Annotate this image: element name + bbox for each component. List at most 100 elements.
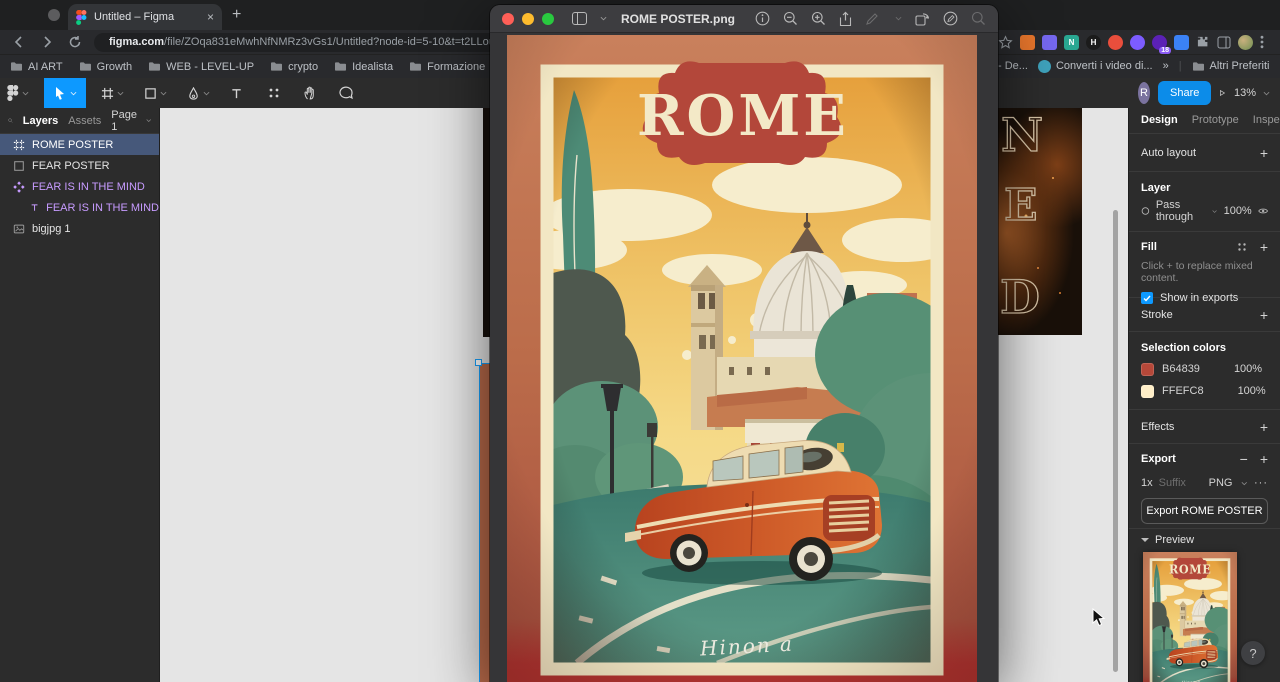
extension-icon-teal-n[interactable]: N [1064,34,1079,50]
bookmark-item[interactable]: Idealista [334,61,393,73]
extension-icon-h[interactable]: H [1086,34,1101,50]
selection-color-row[interactable]: B64839 100% [1141,358,1268,380]
remove-export-button[interactable]: − [1240,451,1248,467]
resources-tool[interactable] [260,78,288,108]
add-effect-button[interactable]: + [1260,419,1268,435]
user-avatar[interactable]: R [1138,82,1151,104]
sidebar-toggle-icon[interactable] [572,12,589,25]
figma-main-menu[interactable] [0,78,36,108]
page-selector[interactable]: Page 1 [111,109,151,133]
fear-poster-canvas-object[interactable]: N E D [998,108,1082,335]
bookmark-item[interactable]: Formazione [409,61,485,73]
url-bar[interactable]: figma.com/file/ZOqa831eMwhNfNMRz3vGs1/Un… [94,32,514,52]
extension-icon-orange[interactable] [1020,34,1035,50]
present-icon[interactable] [1219,87,1226,99]
zoom-in-icon[interactable] [811,11,826,26]
visibility-eye-icon[interactable] [1257,206,1268,216]
forward-icon[interactable] [40,35,54,49]
export-format[interactable]: PNG [1209,477,1233,489]
bookmark-item-converti[interactable]: Converti i video di... [1037,59,1153,73]
chevron-down-icon[interactable] [895,16,902,21]
extension-icon-violet[interactable] [1130,34,1145,50]
browser-tab[interactable]: Untitled – Figma × [68,4,222,30]
extension-icon-red-key[interactable] [1108,34,1123,50]
text-tool[interactable] [223,78,250,108]
color-swatch-red[interactable] [1141,362,1154,376]
side-panel-icon[interactable] [1217,36,1231,49]
help-button[interactable]: ? [1241,641,1265,665]
preview-window-title: ROME POSTER.png [621,11,735,26]
share-button[interactable]: Share [1158,81,1212,105]
layer-row-fear-poster[interactable]: FEAR POSTER [0,155,159,176]
export-rome-poster-button[interactable]: Export ROME POSTER [1141,498,1268,524]
fear-poster-left-sliver[interactable] [483,108,490,337]
markup-pen-icon[interactable] [865,12,879,26]
hand-tool[interactable] [296,78,324,108]
tab-layers[interactable]: Layers [23,115,58,127]
bookmark-item[interactable]: WEB - LEVEL-UP [148,61,254,73]
layer-row-text-child[interactable]: FEAR IS IN THE MIND [0,197,159,218]
new-tab-button[interactable]: + [232,6,241,24]
back-icon[interactable] [12,35,26,49]
export-suffix-input[interactable] [1158,477,1203,489]
annotate-icon[interactable] [943,11,958,26]
bookmark-item[interactable]: AI ART [10,61,63,73]
tab-assets[interactable]: Assets [68,115,101,127]
layer-row-component[interactable]: FEAR IS IN THE MIND [0,176,159,197]
add-stroke-button[interactable]: + [1260,307,1268,323]
selection-color-row[interactable]: FFEFC8 100% [1141,380,1268,402]
frame-tool[interactable] [94,78,131,108]
browser-menu-icon[interactable] [1260,35,1264,49]
shape-tool[interactable] [137,78,174,108]
share-icon[interactable] [839,11,852,27]
tab-design[interactable]: Design [1141,114,1178,126]
color-swatch-cream[interactable] [1141,384,1154,398]
add-auto-layout-button[interactable]: + [1260,145,1268,161]
tab-inspect[interactable]: Inspect [1253,114,1280,126]
reload-icon[interactable] [68,35,82,49]
styles-icon[interactable] [1236,241,1248,253]
chevron-down-icon[interactable] [600,16,607,21]
tab-prototype[interactable]: Prototype [1192,114,1239,126]
zoom-out-icon[interactable] [783,11,798,26]
export-more-options[interactable]: ··· [1254,477,1268,489]
layer-section: Layer Pass through 100% [1129,172,1280,232]
bookmarks-overflow-chevrons[interactable]: » [1163,60,1169,72]
add-export-button[interactable]: + [1260,451,1268,467]
selection-handle[interactable] [475,359,482,366]
layer-row-bigjpg[interactable]: bigjpg 1 [0,218,159,239]
layer-row-rome-poster[interactable]: ROME POSTER [0,134,159,155]
tab-close-icon[interactable]: × [207,10,214,24]
export-scale[interactable]: 1x [1141,477,1153,489]
move-tool[interactable] [44,78,86,108]
bookmark-folder-altri[interactable]: Altri Preferiti [1192,60,1269,72]
layers-panel: Layers Assets Page 1 ROME POSTER FEAR PO… [0,108,160,682]
extensions-puzzle-icon[interactable] [1196,35,1210,49]
window-controls[interactable] [502,12,554,25]
add-fill-button[interactable]: + [1260,239,1268,255]
comment-tool[interactable] [332,78,360,108]
preview-window[interactable]: ROME POSTER.png [490,5,998,682]
search-icon[interactable] [971,11,986,26]
export-section: Export − + 1x PNG ··· Export ROME POSTER [1129,444,1280,528]
canvas-scrollbar[interactable] [1113,210,1118,672]
blend-mode-icon[interactable] [1141,205,1150,217]
zoom-menu[interactable]: 13% [1234,87,1270,99]
bookmark-star-icon[interactable] [998,34,1013,50]
bookmark-item[interactable]: crypto [270,61,318,73]
layer-opacity[interactable]: 100% [1224,205,1252,217]
extension-icon-purple-x[interactable] [1042,34,1057,50]
effects-section-title: Effects [1141,421,1175,433]
extension-icon-badged[interactable]: 18 [1152,34,1171,54]
preview-window-titlebar[interactable]: ROME POSTER.png [490,5,998,33]
extension-icon-blue[interactable] [1174,34,1189,50]
rotate-icon[interactable] [915,12,930,26]
info-icon[interactable] [755,11,770,26]
pen-tool[interactable] [180,78,217,108]
browser-profile-avatar[interactable] [1238,34,1253,50]
bookmark-item[interactable]: Growth [79,61,132,73]
search-icon[interactable] [8,115,13,126]
blend-mode-value[interactable]: Pass through [1156,199,1204,223]
bookmark-item-truncated[interactable]: - De... [998,60,1028,72]
checkbox-checked-icon[interactable] [1141,292,1153,304]
